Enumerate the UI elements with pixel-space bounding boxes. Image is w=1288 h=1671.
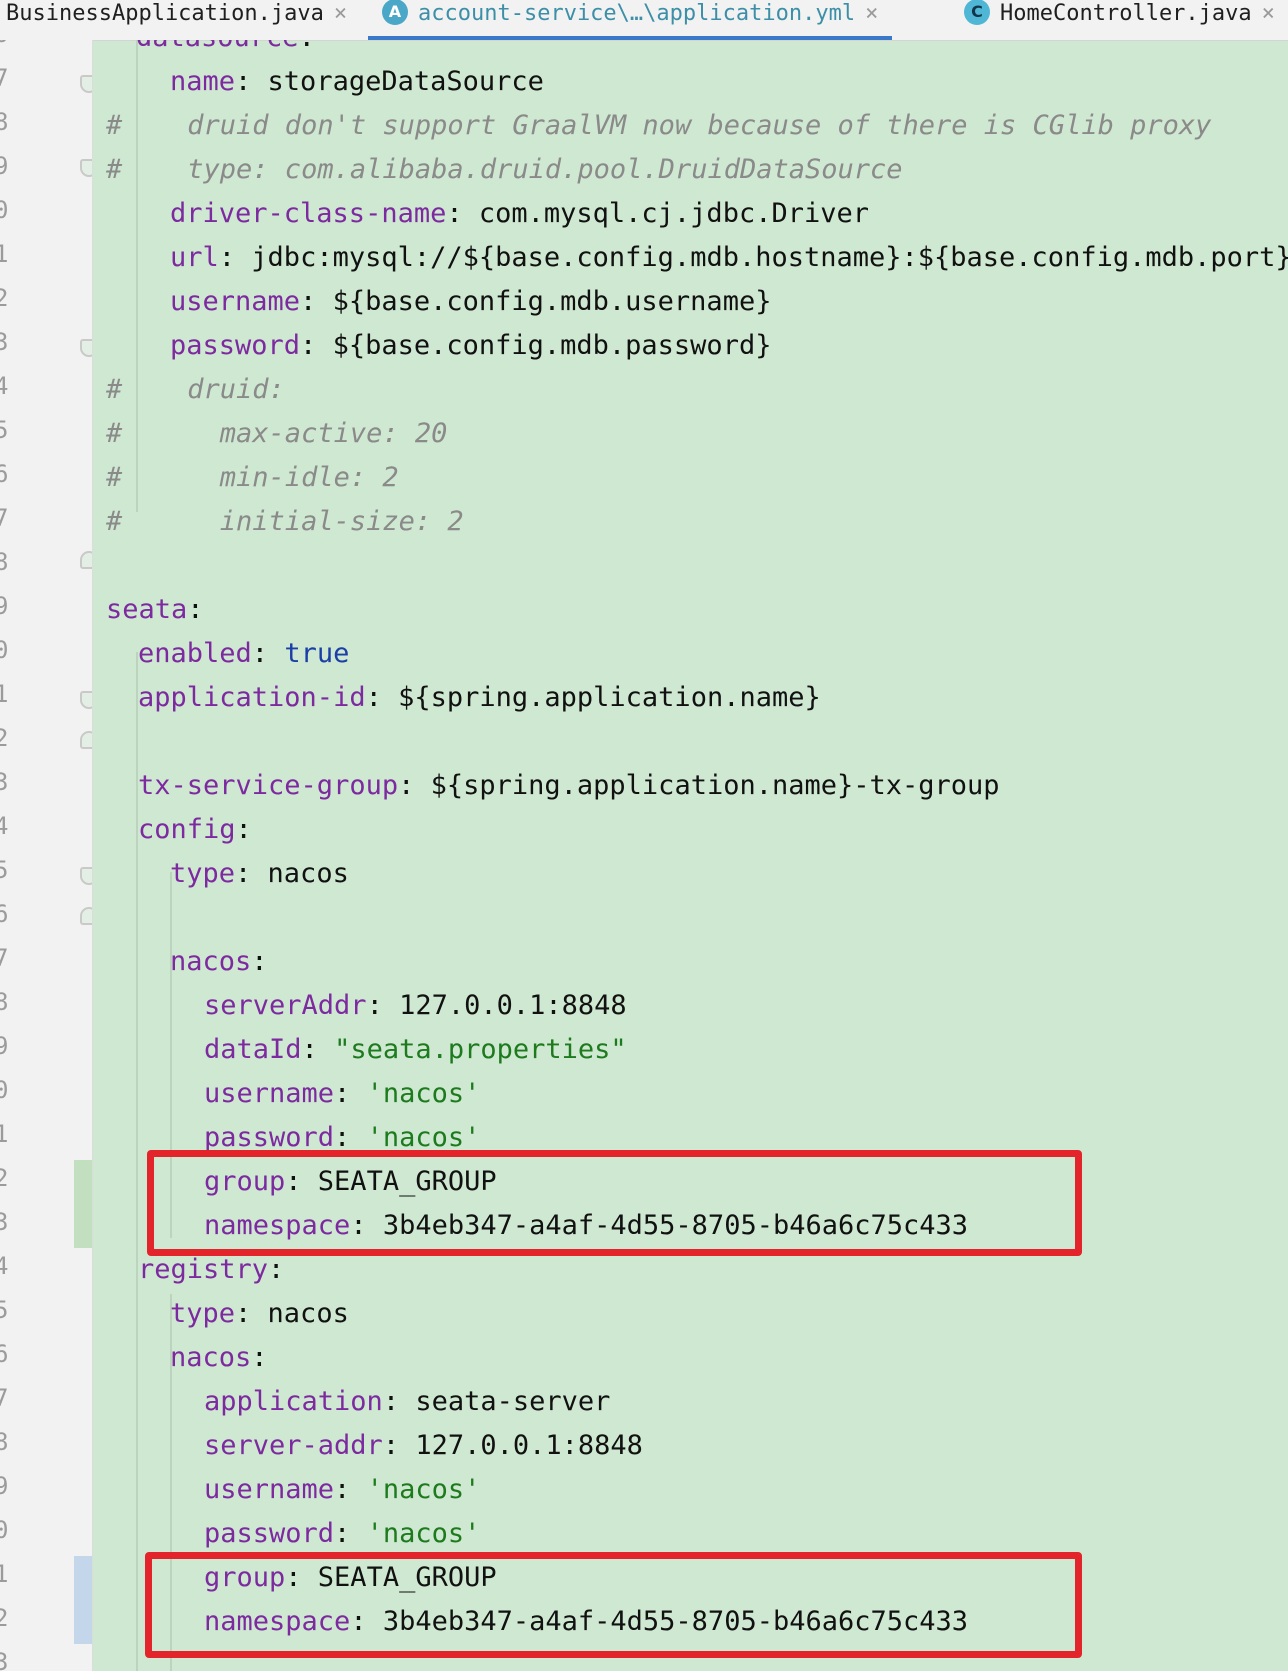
line-number: 1 (0, 232, 14, 276)
code-comment: # min-idle: 2 (106, 462, 399, 493)
line-number: 6 (0, 892, 14, 936)
line-number: 2 (0, 276, 14, 320)
yaml-file-icon: A (382, 0, 408, 25)
code-line: application-id: ${spring.application.nam… (138, 682, 821, 713)
code-line: password: ${base.config.mdb.password} (170, 330, 772, 361)
line-number: 5 (0, 1288, 14, 1332)
code-line: enabled: true (138, 638, 350, 669)
line-number: 4 (0, 1244, 14, 1288)
vcs-change-marker[interactable] (74, 1556, 92, 1644)
code-line: config: (138, 814, 252, 845)
editor-tab-bar: BusinessApplication.java × Aaccount-servi… (0, 0, 1288, 41)
code-line: username: 'nacos' (204, 1078, 481, 1109)
line-number: 1 (0, 1552, 14, 1596)
tab-business-application[interactable]: BusinessApplication.java × (6, 0, 347, 40)
code-line: datasource: (136, 40, 315, 60)
vcs-change-marker[interactable] (74, 1160, 92, 1248)
highlight-box-registry (145, 1552, 1082, 1658)
line-number-gutter: 6 7 8 9 0 1 2 3 4 5 6 7 8 9 0 1 2 3 4 5 … (0, 40, 93, 1671)
line-number: 9 (0, 1024, 14, 1068)
code-line: type: nacos (170, 858, 349, 889)
line-number: 6 (0, 40, 14, 56)
code-line: application: seata-server (204, 1386, 611, 1417)
line-number: 7 (0, 56, 14, 100)
line-number: 2 (0, 1156, 14, 1200)
line-number: 6 (0, 1332, 14, 1376)
line-number: 1 (0, 1112, 14, 1156)
line-number: 3 (0, 320, 14, 364)
line-number: 7 (0, 1376, 14, 1420)
line-number: 3 (0, 760, 14, 804)
line-number: 7 (0, 496, 14, 540)
line-number: 9 (0, 584, 14, 628)
code-line: nacos: (170, 946, 268, 977)
line-number: 3 (0, 1200, 14, 1244)
line-number: 2 (0, 716, 14, 760)
tab-application-yml[interactable]: Aaccount-service\…\application.yml × (368, 0, 893, 40)
line-number: 8 (0, 1420, 14, 1464)
close-icon[interactable]: × (334, 1, 347, 26)
code-line: url: jdbc:mysql://${base.config.mdb.host… (170, 242, 1288, 273)
line-number: 4 (0, 364, 14, 408)
line-number: 0 (0, 1508, 14, 1552)
line-number: 5 (0, 848, 14, 892)
code-comment: # max-active: 20 (106, 418, 448, 449)
line-number: 5 (0, 408, 14, 452)
code-comment: # druid don't support GraalVM now becaus… (106, 110, 1212, 141)
code-line: nacos: (170, 1342, 268, 1373)
code-line: name: storageDataSource (170, 66, 544, 97)
close-icon[interactable]: × (865, 1, 878, 26)
code-line: username: 'nacos' (204, 1474, 481, 1505)
code-line: seata: (106, 594, 204, 625)
code-comment: # type: com.alibaba.druid.pool.DruidData… (106, 154, 903, 185)
line-number: 3 (0, 1640, 14, 1671)
code-editor[interactable]: datasource: name: storageDataSource # dr… (92, 40, 1288, 1671)
tab-home-controller[interactable]: C HomeController.java × (964, 0, 1275, 40)
java-class-icon: C (964, 0, 990, 25)
code-line: serverAddr: 127.0.0.1:8848 (204, 990, 627, 1021)
line-number: 8 (0, 540, 14, 584)
code-line: password: 'nacos' (204, 1518, 481, 1549)
line-number: 8 (0, 100, 14, 144)
code-comment: # initial-size: 2 (106, 506, 464, 537)
line-number: 6 (0, 452, 14, 496)
line-number: 0 (0, 188, 14, 232)
tab-label: BusinessApplication.java (6, 1, 324, 26)
code-line: username: ${base.config.mdb.username} (170, 286, 772, 317)
line-number: 7 (0, 936, 14, 980)
line-number: 0 (0, 1068, 14, 1112)
code-comment: # druid: (106, 374, 285, 405)
code-line: server-addr: 127.0.0.1:8848 (204, 1430, 643, 1461)
code-line: dataId: "seata.properties" (204, 1034, 627, 1065)
code-line: tx-service-group: ${spring.application.n… (138, 770, 1000, 801)
close-icon[interactable]: × (1262, 1, 1275, 26)
code-line: type: nacos (170, 1298, 349, 1329)
highlight-box-config (147, 1150, 1082, 1256)
line-number: 9 (0, 1464, 14, 1508)
tab-label: account-service\…\application.yml (418, 1, 856, 26)
line-number: 1 (0, 672, 14, 716)
line-number: 9 (0, 144, 14, 188)
line-number: 4 (0, 804, 14, 848)
line-number: 2 (0, 1596, 14, 1640)
line-number: 8 (0, 980, 14, 1024)
tab-label: HomeController.java (1000, 1, 1252, 26)
line-number: 0 (0, 628, 14, 672)
code-line: driver-class-name: com.mysql.cj.jdbc.Dri… (170, 198, 869, 229)
